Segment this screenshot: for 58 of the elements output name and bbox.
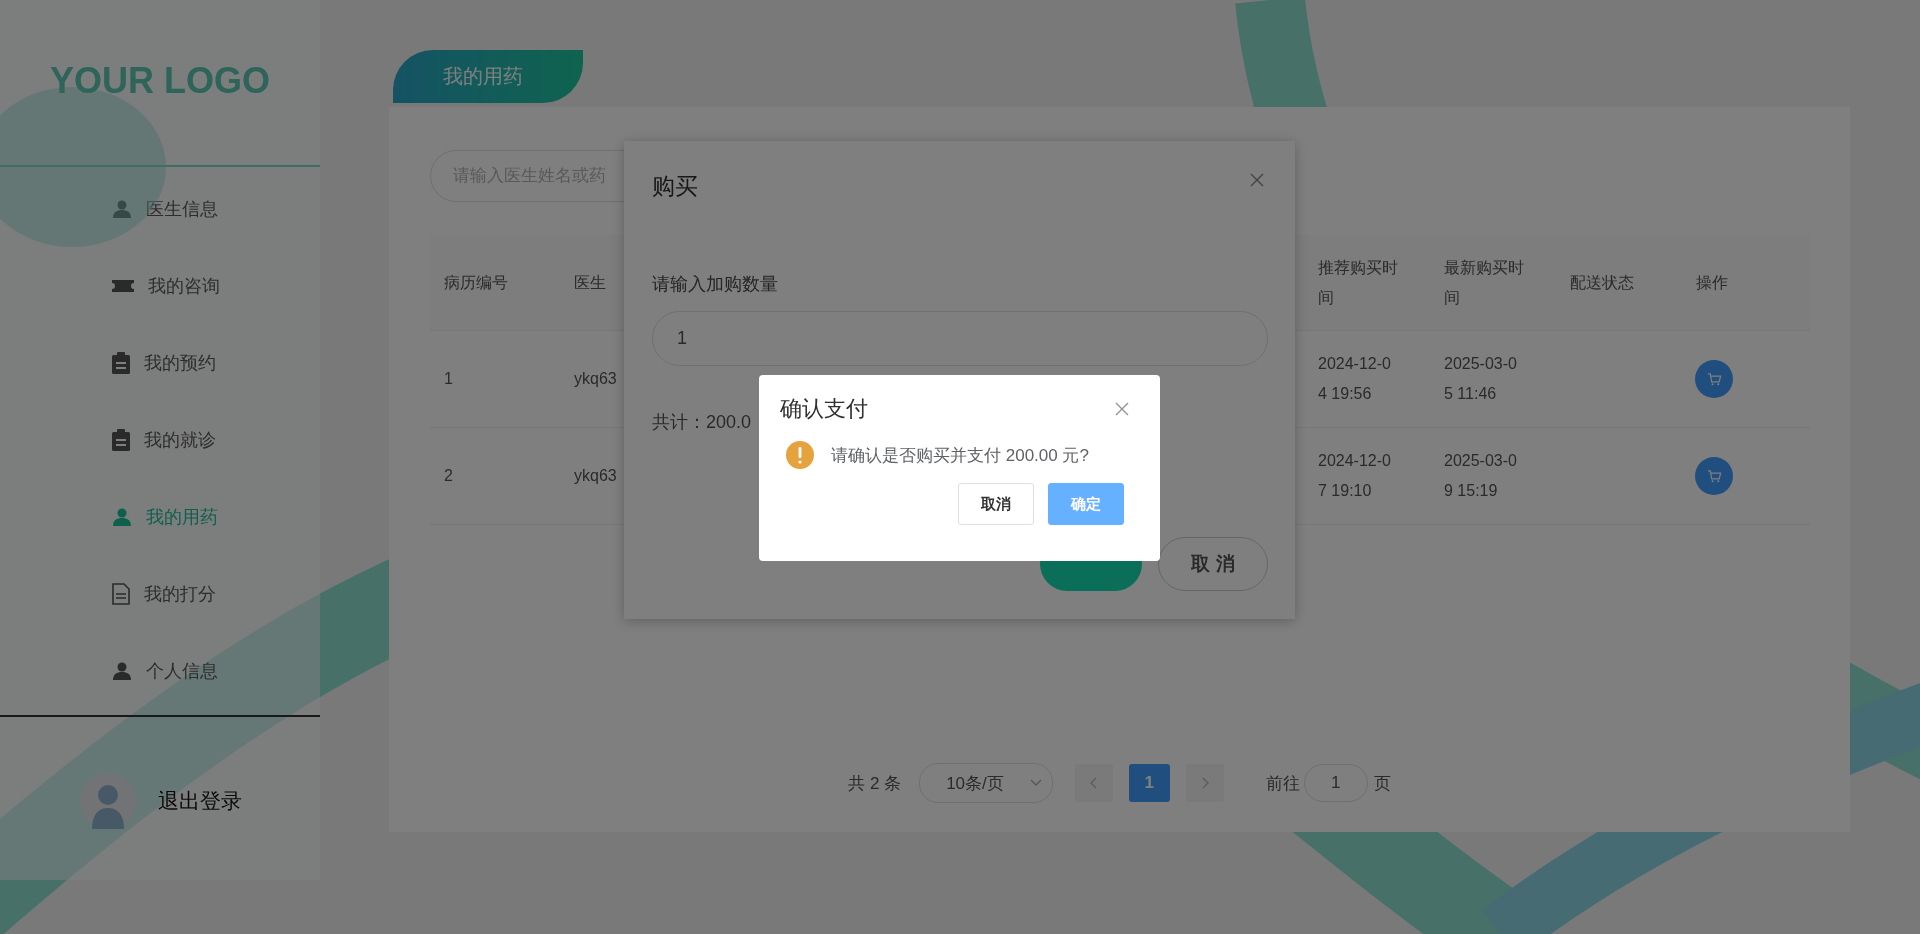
document-icon — [112, 582, 130, 605]
table-cell: ykq63 — [574, 370, 617, 387]
confirm-button[interactable]: 确定 — [1048, 483, 1124, 525]
chevron-right-icon — [1200, 777, 1209, 789]
cart-button[interactable] — [1695, 457, 1733, 495]
total-count: 共 2 条 — [848, 772, 902, 795]
sidebar-item[interactable]: 我的用药 — [0, 478, 320, 555]
person-icon — [112, 506, 132, 527]
close-icon[interactable] — [1250, 173, 1264, 187]
goto-label: 前往 — [1265, 772, 1300, 795]
table-cell-text: 2 — [443, 466, 454, 486]
close-icon[interactable] — [1115, 402, 1129, 416]
table-cell-text: 2025-03-09 15:19 — [1443, 451, 1518, 501]
column-header: 推荐购买时间 — [1318, 258, 1398, 306]
page-number-button[interactable]: 1 — [1128, 764, 1170, 802]
quantity-field[interactable]: 1 — [652, 311, 1268, 366]
table-cell-text: 2024-12-04 19:56 — [1317, 354, 1392, 404]
page-suffix: 页 — [1373, 772, 1391, 795]
cart-icon — [1706, 371, 1722, 387]
column-header: 最新购买时间 — [1444, 258, 1524, 306]
column-header: 操作 — [1696, 273, 1728, 291]
total-price: 共计：200.0 — [652, 412, 752, 432]
column-header: 配送状态 — [1570, 273, 1634, 291]
sidebar-item[interactable]: 我的预约 — [0, 324, 320, 401]
logout-link[interactable]: 退出登录 — [158, 787, 242, 815]
clipboard-icon — [112, 351, 130, 374]
table-cell-text: 2025-03-05 11:46 — [1443, 354, 1518, 404]
avatar-icon — [80, 773, 136, 829]
dialog-title: 购买 — [652, 171, 698, 201]
goto-page-field[interactable]: 1 — [1303, 764, 1368, 802]
next-page-button[interactable] — [1185, 764, 1224, 802]
page-size-select[interactable]: 10条/页 — [919, 763, 1053, 803]
chevron-left-icon — [1089, 777, 1098, 789]
sidebar-item[interactable]: 个人信息 — [0, 632, 320, 709]
logo-text: YOUR LOGO — [50, 60, 270, 102]
table-cell-text: 2024-12-07 19:10 — [1317, 451, 1392, 501]
column-header: 医生 — [574, 273, 606, 291]
column-header: 病历编号 — [444, 273, 508, 291]
table-cell-text: 1 — [443, 369, 454, 389]
sidebar-item[interactable]: 我的咨询 — [0, 247, 320, 324]
person-icon — [112, 660, 132, 681]
ticket-icon — [112, 277, 134, 294]
sidebar-item[interactable]: 医生信息 — [0, 170, 320, 247]
dialog-title: 确认支付 — [780, 395, 868, 423]
previous-page-button[interactable] — [1074, 764, 1113, 802]
table-cell: ykq63 — [574, 467, 617, 484]
clipboard-icon — [112, 428, 130, 451]
confirm-message: 请确认是否购买并支付 200.00 元? — [831, 444, 1089, 467]
cancel-button[interactable]: 取消 — [958, 483, 1034, 525]
cancel-button[interactable]: 取 消 — [1158, 537, 1268, 591]
warning-icon — [786, 441, 814, 469]
caret-icon — [1029, 779, 1042, 787]
person-icon — [112, 198, 132, 219]
cart-icon — [1706, 468, 1722, 484]
sidebar-item[interactable]: 我的就诊 — [0, 401, 320, 478]
sidebar-item[interactable]: 我的打分 — [0, 555, 320, 632]
cart-button[interactable] — [1695, 360, 1733, 398]
quantity-label: 请输入加购数量 — [652, 273, 779, 296]
